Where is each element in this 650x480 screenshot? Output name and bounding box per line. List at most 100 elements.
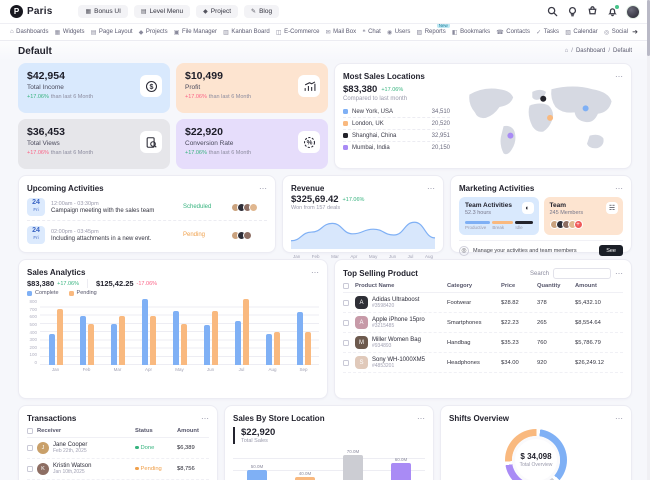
cart-icon[interactable] [586, 6, 598, 18]
bar-pending[interactable] [181, 324, 187, 365]
stat-note: than last 6 Month [51, 94, 93, 100]
page-layout-icon: ▤ [91, 29, 97, 36]
card-title: Marketing Activities [459, 184, 534, 193]
activity-row[interactable]: 24Fri02:00pm - 03:45pmIncluding attachme… [27, 221, 267, 248]
legend-item: Complete [27, 290, 59, 296]
stat-delta: +17.06% [27, 150, 49, 156]
nav-more-arrow-icon[interactable]: ➜ [632, 28, 638, 36]
header-menu-button-bonus-ui[interactable]: ▦Bonus UI [78, 5, 127, 18]
see-button[interactable]: See [599, 245, 623, 256]
bulb-icon[interactable] [566, 6, 578, 18]
nav-item-kanban-board[interactable]: ▥Kanban Board [223, 29, 270, 36]
nav-item-contacts[interactable]: ☎Contacts [496, 29, 530, 36]
nav-item-dashboards[interactable]: ⌂Dashboards [10, 29, 48, 35]
bell-icon[interactable] [606, 6, 618, 18]
bar-value-label: 70.0M [347, 449, 360, 454]
bar-complete[interactable] [173, 311, 179, 365]
card-menu-button[interactable]: ⋯ [427, 187, 435, 191]
bar-group [266, 299, 280, 365]
nav-item-mail-box[interactable]: ✉Mail Box [326, 29, 357, 36]
search-icon[interactable] [546, 6, 558, 18]
search-input[interactable] [553, 268, 611, 279]
row-checkbox[interactable] [343, 320, 349, 326]
most-sales-delta: +17.06% [381, 87, 403, 93]
bar-complete[interactable] [80, 316, 86, 366]
widgets-icon: ▦ [55, 29, 61, 36]
row-checkbox[interactable] [343, 300, 349, 306]
bar-pending[interactable] [150, 316, 156, 366]
nav-item-users[interactable]: ◉Users [387, 29, 410, 36]
store-bar[interactable] [247, 470, 267, 480]
bar-pending[interactable] [274, 332, 280, 365]
card-menu-button[interactable]: ⋯ [615, 75, 623, 79]
user-avatar[interactable] [626, 5, 640, 19]
bar-pending[interactable] [119, 316, 125, 366]
nav-item-bookmarks[interactable]: ◧Bookmarks [452, 29, 490, 36]
table-row: MMiller Women Bag#934893Handbag$35.23760… [343, 333, 623, 353]
bar-pending[interactable] [88, 324, 94, 365]
logo-icon: P [10, 5, 23, 18]
nav-item-page-layout[interactable]: ▤Page Layout [91, 29, 133, 36]
product-thumbnail: A [355, 316, 368, 329]
bar-complete[interactable] [49, 334, 55, 365]
header-right-icons [546, 5, 640, 19]
card-menu-button[interactable]: ⋯ [615, 272, 623, 276]
card-menu-button[interactable]: ⋯ [201, 417, 209, 421]
bar-complete[interactable] [142, 299, 148, 365]
x-tick-label: Apr [139, 367, 159, 372]
card-menu-button[interactable]: ⋯ [417, 417, 425, 421]
bar-pending[interactable] [57, 309, 63, 365]
nav-item-projects[interactable]: ◆Projects [139, 29, 168, 36]
bar-pending[interactable] [243, 299, 249, 365]
nav-item-social[interactable]: ◎Social [604, 29, 628, 36]
bar-pending[interactable] [305, 332, 311, 365]
stat-note: than last 6 Month [209, 94, 251, 100]
header-menu-button-project[interactable]: ◆Project [196, 5, 238, 18]
app-logo[interactable]: P Paris [10, 5, 52, 18]
row-checkbox[interactable] [343, 360, 349, 366]
row-checkbox[interactable] [27, 466, 33, 472]
bar-complete[interactable] [111, 324, 117, 365]
date-badge: 24Fri [27, 198, 45, 216]
nav-item-calendar[interactable]: ▧Calendar [565, 29, 598, 36]
bar-pending[interactable] [212, 311, 218, 365]
card-title: Revenue [291, 184, 324, 193]
avatar-group [231, 203, 267, 212]
add-member-button[interactable]: + [574, 220, 583, 229]
bar-complete[interactable] [235, 321, 241, 365]
header-menu-button-level-menu[interactable]: ▤Level Menu [134, 5, 190, 18]
card-menu-button[interactable]: ⋯ [311, 271, 319, 275]
store-bar[interactable] [391, 463, 411, 480]
select-all-checkbox[interactable] [27, 428, 33, 434]
location-row[interactable]: Mumbai, India20,150 [343, 142, 450, 153]
activity-row[interactable]: 24Fri12:00am - 03:30pmCampaign meeting w… [27, 193, 267, 221]
bar-complete[interactable] [297, 312, 303, 365]
nav-item-tasks[interactable]: ✓Tasks [536, 29, 559, 36]
location-row[interactable]: New York, USA34,510 [343, 106, 450, 118]
location-value: 20,520 [432, 121, 450, 127]
card-menu-button[interactable]: ⋯ [615, 417, 623, 421]
nav-item-widgets[interactable]: ▦Widgets [55, 29, 85, 36]
select-all-checkbox[interactable] [343, 283, 349, 289]
breadcrumb: ⌂ / Dashboard / Default [565, 48, 632, 54]
location-row[interactable]: London, UK20,520 [343, 118, 450, 130]
nav-item-chat[interactable]: ❝Chat [362, 29, 380, 36]
bar-group [49, 299, 63, 365]
bar-complete[interactable] [266, 334, 272, 365]
row-checkbox[interactable] [343, 340, 349, 346]
y-tick-label: 0 [27, 360, 37, 365]
card-menu-button[interactable]: ⋯ [259, 187, 267, 191]
team-tile: Team 245 Members ☵ + [544, 197, 624, 235]
card-menu-button[interactable]: ⋯ [615, 187, 623, 191]
nav-item-e-commerce[interactable]: ◫E-Commerce [276, 29, 320, 36]
row-checkbox[interactable] [27, 445, 33, 451]
breadcrumb-item-dashboard[interactable]: Dashboard [576, 48, 605, 54]
store-bar[interactable] [343, 455, 363, 480]
location-row[interactable]: Shanghai, China32,951 [343, 130, 450, 142]
nav-item-file-manager[interactable]: ▣File Manager [174, 29, 217, 36]
legend-color [69, 291, 74, 296]
header-menu-button-blog[interactable]: ✎Blog [244, 5, 279, 18]
breadcrumb-home-icon[interactable]: ⌂ [565, 48, 569, 54]
bar-complete[interactable] [204, 325, 210, 365]
nav-item-reports[interactable]: ▨ReportsNew [417, 29, 446, 36]
